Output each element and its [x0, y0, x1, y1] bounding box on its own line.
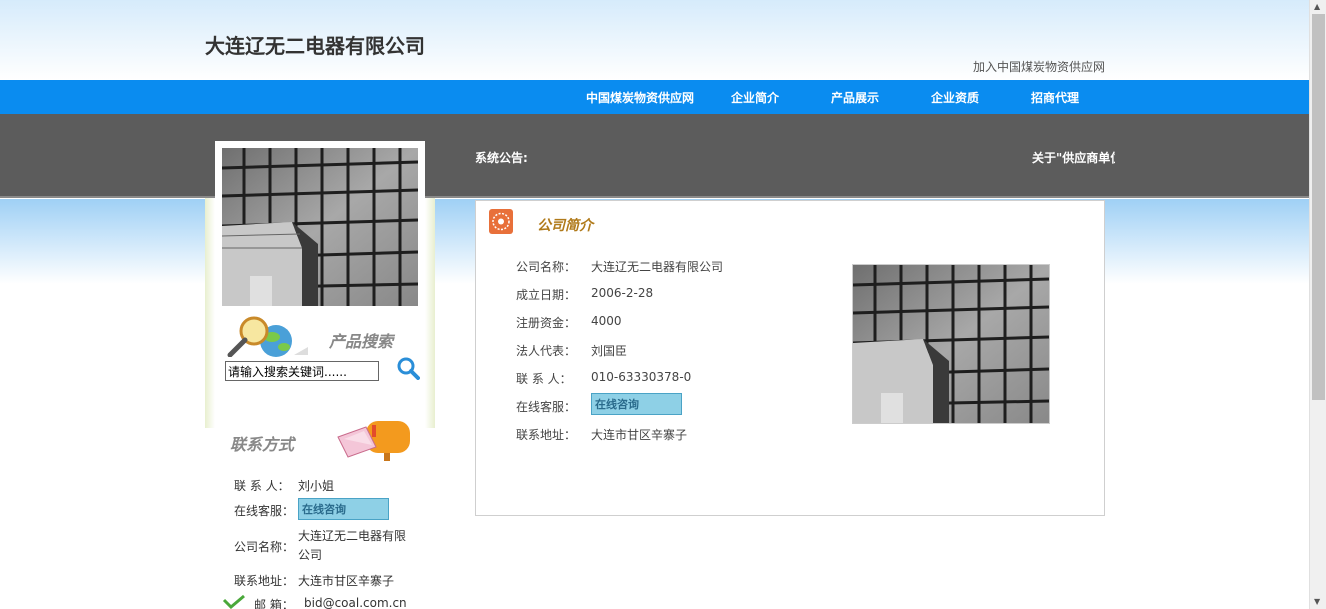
address-label: 联系地址： — [234, 574, 295, 588]
product-search-title: 产品搜索 — [329, 332, 394, 351]
field-value: 大连市甘区辛寨子 — [591, 428, 688, 442]
site-title: 大连辽无二电器有限公司 — [205, 34, 425, 58]
nav-item-qualifications[interactable]: 企业资质 — [931, 89, 979, 106]
field-label: 注册资金： — [516, 316, 577, 330]
field-value: 大连辽无二电器有限公司 — [591, 260, 724, 274]
email-check-icon — [222, 594, 245, 609]
scroll-down-icon[interactable]: ▼ — [1314, 597, 1323, 606]
company-photo — [852, 264, 1050, 424]
notice-marquee[interactable]: 关于"供应商单位 — [1032, 149, 1115, 166]
vertical-scrollbar[interactable]: ▲ ▼ — [1309, 0, 1326, 609]
field-value: 刘国臣 — [591, 344, 628, 358]
mailbox-icon — [337, 421, 410, 461]
company-name-value: 大连辽无二电器有限公司 — [298, 529, 407, 562]
notice-label: 系统公告: — [475, 151, 528, 165]
field-value: 2006-2-28 — [591, 286, 654, 300]
search-icon[interactable] — [396, 356, 420, 380]
nav-item-company-intro[interactable]: 企业简介 — [731, 89, 779, 106]
scroll-up-icon[interactable]: ▲ — [1314, 2, 1323, 11]
main-nav: 中国煤炭物资供应网 企业简介 产品展示 企业资质 招商代理 — [0, 80, 1309, 114]
contact-title: 联系方式 — [230, 435, 295, 454]
field-label: 联系地址： — [516, 428, 577, 442]
email-value[interactable]: bid@coal.com.cn — [304, 596, 407, 609]
company-building-image — [222, 148, 418, 306]
magnifier-globe-icon — [227, 316, 308, 357]
field-value: 4000 — [591, 314, 622, 328]
section-title: 公司简介 — [537, 218, 593, 234]
search-input[interactable] — [225, 361, 379, 381]
address-value: 大连市甘区辛寨子 — [298, 574, 395, 588]
online-chat-button[interactable]: 在线咨询 — [298, 498, 389, 520]
email-label: 邮 箱： — [254, 598, 294, 609]
field-value: 010-63330378-0 — [591, 370, 692, 384]
online-service-label: 在线客服： — [234, 504, 295, 518]
nav-item-products[interactable]: 产品展示 — [831, 89, 879, 106]
join-network-link[interactable]: 加入中国煤炭物资供应网 — [973, 58, 1105, 75]
scroll-thumb[interactable] — [1312, 14, 1325, 400]
contact-person-label: 联 系 人： — [234, 479, 290, 493]
contact-person-value: 刘小姐 — [298, 479, 335, 493]
notice-bar: 系统公告: 关于"供应商单位 — [0, 114, 1309, 198]
field-label: 在线客服： — [516, 400, 577, 414]
nav-item-coal-network[interactable]: 中国煤炭物资供应网 — [586, 89, 694, 106]
field-label: 公司名称： — [516, 260, 577, 274]
section-flower-icon — [489, 209, 513, 234]
field-label: 法人代表： — [516, 344, 577, 358]
online-chat-button[interactable]: 在线咨询 — [591, 393, 682, 415]
company-name-label: 公司名称： — [234, 540, 295, 554]
field-label: 联 系 人： — [516, 372, 572, 386]
field-label: 成立日期： — [516, 288, 577, 302]
nav-item-recruit-agents[interactable]: 招商代理 — [1031, 89, 1079, 106]
